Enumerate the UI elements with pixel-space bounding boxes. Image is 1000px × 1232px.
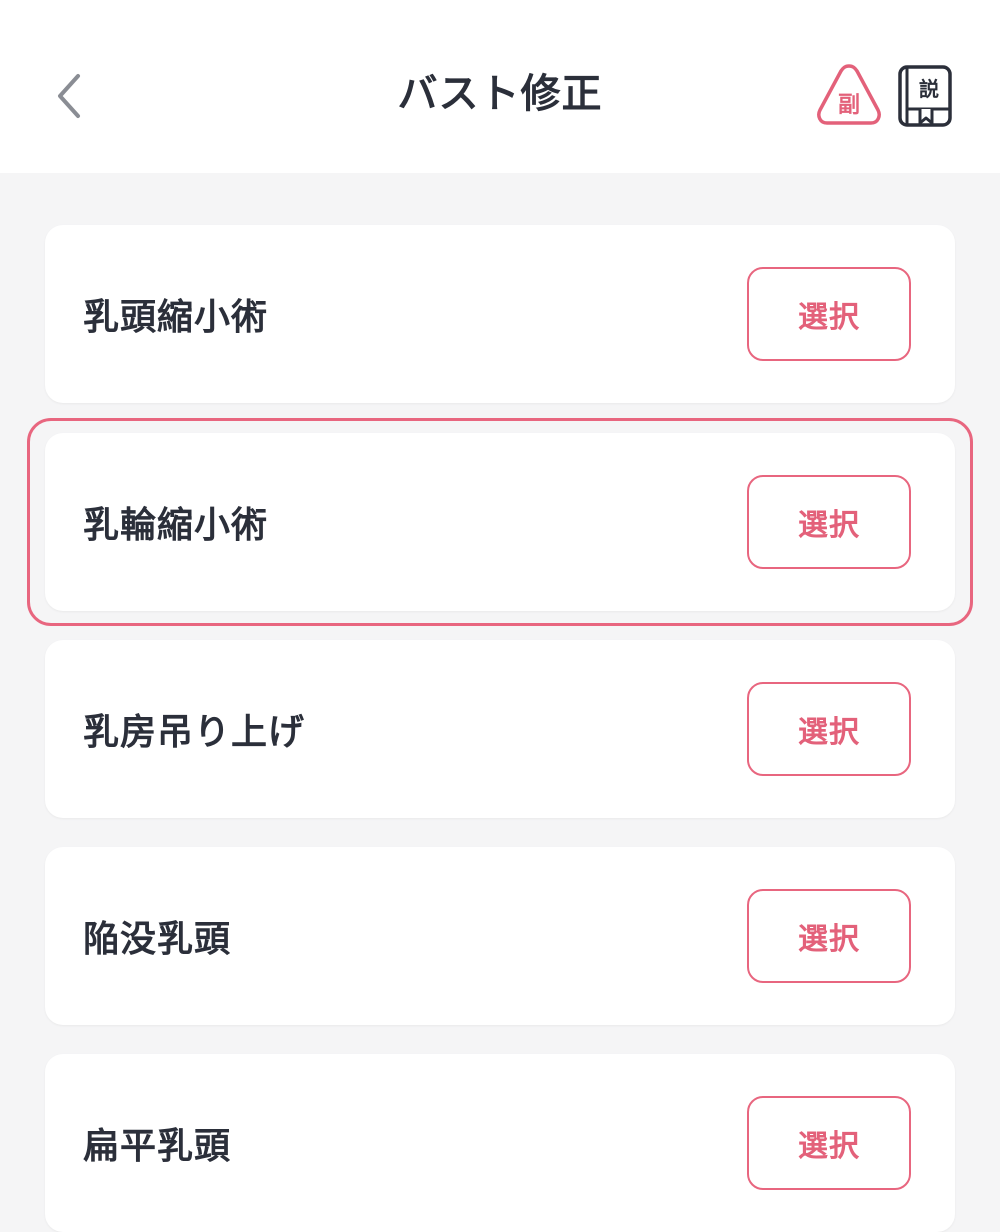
list-item: 扁平乳頭 選択 [45, 1054, 955, 1232]
app-header: バスト修正 副 説 [0, 0, 1000, 173]
list-item: 乳房吊り上げ 選択 [45, 640, 955, 818]
procedure-list: 乳頭縮小術 選択 乳輪縮小術 選択 乳房吊り上げ 選択 陥没乳頭 選択 扁平乳頭… [0, 173, 1000, 1232]
procedure-label: 扁平乳頭 [83, 1126, 232, 1167]
manual-button[interactable]: 説 [896, 63, 954, 129]
side-effect-button[interactable]: 副 [815, 62, 883, 128]
procedure-label: 乳頭縮小術 [83, 297, 269, 338]
select-button[interactable]: 選択 [747, 682, 911, 776]
select-button[interactable]: 選択 [747, 267, 911, 361]
select-button[interactable]: 選択 [747, 475, 911, 569]
select-button[interactable]: 選択 [747, 889, 911, 983]
list-item: 陥没乳頭 選択 [45, 847, 955, 1025]
list-item: 乳頭縮小術 選択 [45, 225, 955, 403]
procedure-label: 乳輪縮小術 [83, 505, 269, 546]
select-button[interactable]: 選択 [747, 1096, 911, 1190]
procedure-label: 乳房吊り上げ [83, 712, 306, 753]
page-title: バスト修正 [397, 71, 603, 117]
manual-book-icon: 説 [898, 65, 952, 127]
manual-glyph: 説 [919, 77, 939, 101]
chevron-left-icon [58, 74, 80, 118]
list-item-highlighted: 乳輪縮小術 選択 [45, 433, 955, 611]
side-effect-glyph: 副 [838, 93, 860, 118]
side-effect-warning-icon: 副 [817, 64, 881, 125]
back-button[interactable] [40, 60, 100, 132]
procedure-label: 陥没乳頭 [83, 919, 232, 960]
